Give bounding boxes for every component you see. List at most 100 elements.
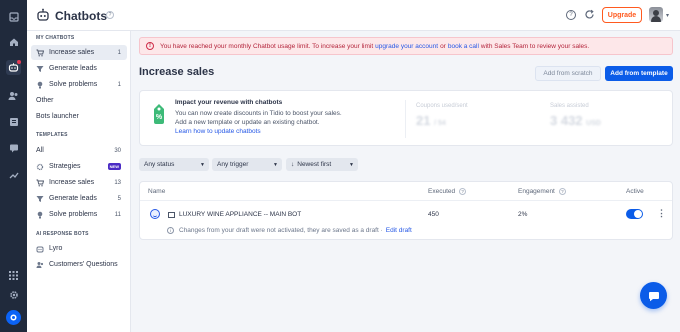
sidebar-item-increase-sales[interactable]: Increase sales 1 [31,45,127,60]
price-tag-icon: % [154,104,164,124]
sidebar-item-label: Other [36,97,54,104]
add-from-scratch-button[interactable]: Add from scratch [535,66,601,81]
title-help-icon[interactable]: ? [106,11,114,19]
sidebar-item-other[interactable]: Other [31,93,127,108]
top-bar: Chatbots ? ? Upgrade ▾ [27,0,680,31]
status-filter-dropdown[interactable]: Any status ▼ [139,158,209,171]
revenue-promo-card: % Impact your revenue with chatbots You … [139,90,673,146]
ai-response-bots-header: AI RESPONSE BOTS [36,231,89,237]
sidebar-item-strategies[interactable]: Strategies NEW [31,159,127,174]
trigger-filter-value: Any trigger [217,161,249,168]
sidebar-item-label: Solve problems [49,81,98,88]
chatbots-nav-icon[interactable] [6,60,21,75]
alert-text: with Sales Team to review your sales. [480,42,590,50]
book-call-link[interactable]: book a call [448,43,479,50]
sidebar-item-label: Bots launcher [36,113,79,120]
trigger-filter-dropdown[interactable]: Any trigger ▼ [212,158,282,171]
sales-assisted-label: Sales assisted [550,103,589,109]
upgrade-button[interactable]: Upgrade [602,7,642,23]
sidebar-item-solve-problems[interactable]: Solve problems 1 [31,77,127,92]
left-rail [0,0,27,332]
learn-more-link[interactable]: Learn how to update chatbots [175,128,261,135]
inbox-icon[interactable] [6,9,21,24]
info-icon: ? [459,188,467,195]
sidebar-item-all-templates[interactable]: All 30 [31,143,127,158]
add-from-template-button[interactable]: Add from template [605,66,673,81]
filter-funnel-icon [36,195,44,203]
info-icon: i [167,227,174,234]
svg-text:%: % [156,114,163,121]
status-filter-value: Any status [144,161,175,168]
stats-trend-icon[interactable] [6,167,21,182]
column-header-engagement[interactable]: Engagement? [518,188,566,195]
chat-widget-button[interactable] [640,282,667,309]
sort-arrow-icon: ↓ [291,161,295,168]
lyro-icon [36,245,44,253]
sidebar-item-label: Lyro [49,245,63,252]
executed-value: 450 [428,211,439,218]
sidebar-item-template-increase-sales[interactable]: Increase sales 13 [31,175,127,190]
divider [405,100,406,138]
settings-gear-icon[interactable] [6,287,21,302]
chat-bubble-icon [648,291,659,301]
promo-heading: Impact your revenue with chatbots [175,99,283,106]
home-icon[interactable] [6,34,21,49]
lightbulb-icon [36,211,44,219]
analytics-icon[interactable] [6,114,21,129]
divider [140,200,672,201]
avatar[interactable] [649,7,663,22]
sidebar-item-bots-launcher[interactable]: Bots launcher [31,109,127,124]
promo-text: Add a new template or update an existing… [175,119,320,126]
sales-assisted-value: 3 432 USD [550,113,601,128]
apps-grid-icon[interactable] [6,268,21,283]
filter-funnel-icon [36,65,44,73]
draft-note: i Changes from your draft were not activ… [167,227,412,234]
chevron-down-icon[interactable]: ▾ [666,12,669,19]
sidebar-item-label: All [36,147,44,154]
bot-name[interactable]: LUXURY WINE APPLIANCE -- MAIN BOT [179,211,301,218]
messages-icon[interactable] [6,140,21,155]
sidebar-item-label: Customers' Questions [49,261,118,268]
sidebar-item-lyro[interactable]: Lyro [31,241,127,256]
new-badge: NEW [107,163,121,170]
sidebar-item-template-generate-leads[interactable]: Generate leads 5 [31,191,127,206]
coupons-stat-label: Coupons used/sent [416,103,468,109]
sidebar-item-template-solve-problems[interactable]: Solve problems 11 [31,207,127,222]
usage-limit-alert: ! You have reached your monthly Chatbot … [139,37,673,55]
templates-header: TEMPLATES [36,132,68,138]
sort-value: Newest first [297,161,332,168]
cart-icon [36,49,44,57]
sidebar-item-label: Solve problems [49,211,98,218]
item-count: 30 [114,147,121,154]
sidebar-item-label: Strategies [49,163,81,170]
sidebar-item-customers-questions[interactable]: Customers' Questions [31,257,127,272]
refresh-icon[interactable] [584,9,595,20]
promo-text: You can now create discounts in Tidio to… [175,110,342,117]
column-header-name[interactable]: Name [148,188,165,195]
notification-dot [17,60,21,64]
sidebar-item-label: Increase sales [49,179,95,186]
column-header-executed[interactable]: Executed? [428,188,467,195]
draft-note-text: Changes from your draft were not activat… [179,227,383,234]
item-count: 11 [114,211,121,218]
upgrade-account-link[interactable]: upgrade your account [375,43,438,50]
coupons-stat-value: 21 / 54 [416,113,446,128]
help-icon[interactable]: ? [566,10,576,20]
chatbots-sidebar: MY CHATBOTS Increase sales 1 Generate le… [27,31,131,332]
chevron-down-icon: ▼ [273,161,278,168]
section-title: Increase sales [139,66,215,78]
alert-text: You have reached your monthly Chatbot us… [160,42,374,50]
my-chatbots-header: MY CHATBOTS [36,35,75,41]
active-toggle[interactable] [626,209,643,219]
tidio-logo-icon[interactable] [6,310,21,325]
sidebar-item-generate-leads[interactable]: Generate leads [31,61,127,76]
sidebar-item-label: Increase sales [49,49,95,56]
sort-dropdown[interactable]: ↓ Newest first ▼ [286,158,358,171]
table-row[interactable]: LUXURY WINE APPLIANCE -- MAIN BOT [168,211,301,218]
warning-icon: ! [146,42,154,50]
cart-icon [36,179,44,187]
edit-draft-link[interactable]: Edit draft [386,227,412,234]
contacts-icon[interactable] [6,88,21,103]
bot-status-smile-icon [150,209,160,219]
more-options-icon[interactable]: ⋮ [657,208,666,219]
